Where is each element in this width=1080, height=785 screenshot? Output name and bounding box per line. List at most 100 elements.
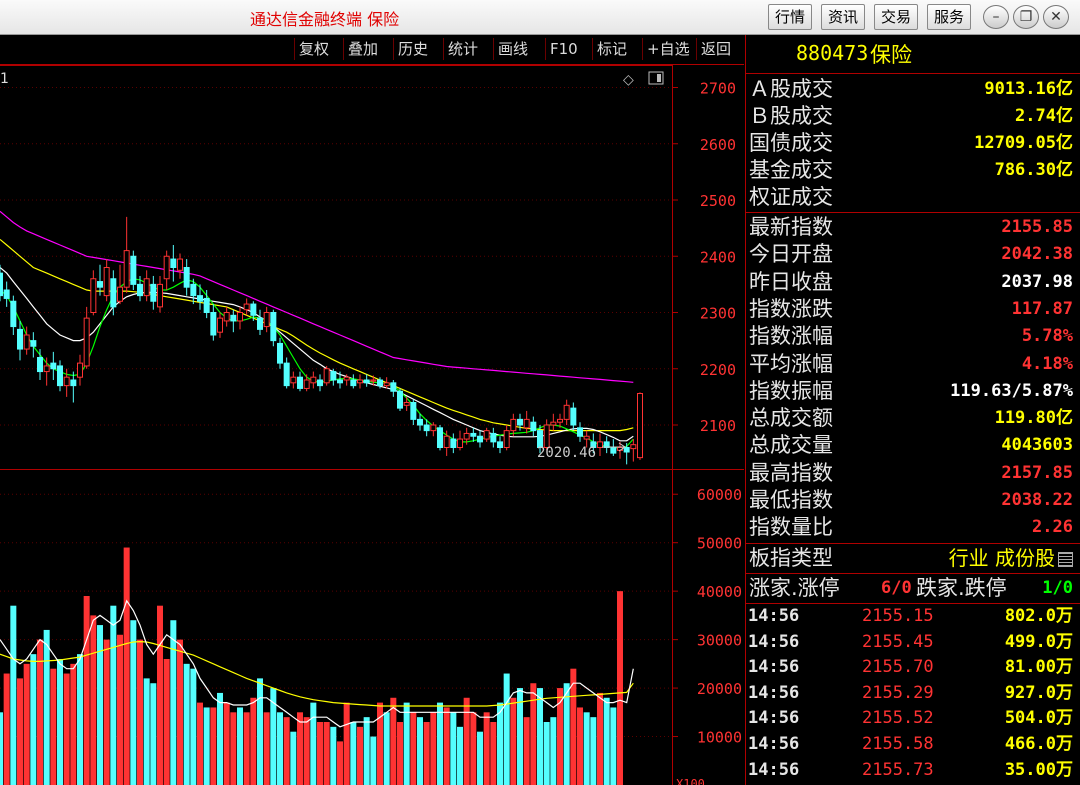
volume-bar (357, 726, 363, 785)
restore-icon[interactable]: ❐ (1013, 5, 1039, 29)
price-tick-label: 2300 (700, 305, 736, 323)
board-type-row[interactable]: 板指类型 行业 成份股 (746, 545, 1079, 572)
volume-bar (423, 722, 430, 785)
candle-body (297, 376, 303, 389)
candle-body (143, 278, 150, 297)
volume-bar (343, 702, 350, 785)
turnover-row: Ａ股成交 9013.16亿 (746, 76, 1079, 103)
adjust-button[interactable]: 复权 (294, 38, 333, 60)
candle-body (377, 379, 383, 387)
volume-bar (417, 717, 423, 785)
board-type-value[interactable]: 行业 成份股 (949, 545, 1073, 572)
row-label: 最低指数 (749, 488, 833, 512)
volume-bar (30, 654, 37, 785)
volume-bar (450, 712, 457, 785)
row-value: 2037.98 (1001, 271, 1073, 292)
candle-body (503, 430, 510, 448)
row-value: 2.26 (1032, 517, 1073, 538)
candle-body (457, 438, 463, 448)
volume-bar (350, 722, 357, 785)
candle-body (163, 255, 170, 280)
minimize-icon[interactable]: – (983, 5, 1009, 29)
stat-row: 今日开盘 2042.38 (746, 241, 1079, 268)
volume-bar (290, 731, 297, 785)
f10-button[interactable]: F10 (545, 38, 582, 60)
candle-body (383, 382, 390, 387)
candle-body (37, 357, 43, 373)
trade-volume: 466.0万 (1004, 734, 1073, 754)
price-tick-label: 2700 (700, 80, 736, 98)
mark-button[interactable]: 标记 (592, 38, 631, 60)
menu-icon[interactable] (1058, 552, 1073, 567)
volume-bar (0, 712, 3, 785)
chart-area[interactable]: 1 ◇ 2700 2600 2500 2400 2300 2200 2100 2020.46 60… (0, 65, 744, 785)
statistics-button[interactable]: 统计 (443, 38, 482, 60)
row-label: 总成交量 (749, 433, 833, 458)
candle-body (310, 376, 317, 384)
volume-bar (263, 712, 270, 785)
row-value: 2038.22 (1001, 490, 1073, 510)
trade-button[interactable]: 交易 (874, 4, 919, 30)
candle-body (437, 427, 443, 448)
volume-bar (370, 736, 377, 785)
trade-price: 2155.29 (862, 682, 934, 703)
volume-bar (163, 659, 170, 785)
candle-body (110, 278, 117, 308)
turnover-row: 基金成交 786.30亿 (746, 157, 1079, 184)
trade-price: 2155.73 (862, 759, 934, 780)
candle-body (563, 404, 570, 420)
row-value: 2.74亿 (1015, 106, 1073, 126)
trade-price: 2155.52 (862, 708, 934, 729)
stat-row: 总成交额 119.80亿 (746, 405, 1079, 432)
volume-bar (250, 697, 257, 785)
candle-body (610, 447, 617, 454)
candle-body (317, 379, 323, 387)
volume-bar (510, 697, 517, 785)
candle-body (477, 435, 483, 443)
close-icon[interactable]: ✕ (1043, 5, 1069, 29)
volume-tick-label: 60000 (697, 486, 742, 504)
candle-body (103, 267, 110, 297)
add-watchlist-button[interactable]: +自选 (642, 38, 694, 60)
trade-volume: 504.0万 (1004, 708, 1073, 729)
volume-bar (617, 591, 623, 785)
volume-bar (543, 722, 550, 785)
candle-body (70, 379, 77, 387)
row-label: 昨日收盘 (749, 269, 833, 294)
candle-body (123, 250, 130, 288)
candle-body (417, 418, 423, 426)
candle-body (337, 379, 343, 384)
volume-bar (217, 692, 223, 785)
candle-body (90, 278, 97, 313)
draw-line-button[interactable]: 画线 (493, 38, 532, 60)
candle-body (570, 407, 577, 426)
candle-body (30, 340, 37, 347)
row-value: 119.80亿 (994, 408, 1073, 429)
service-button[interactable]: 服务 (927, 4, 972, 30)
candle-body (157, 283, 163, 308)
trade-row: 14:56 2155.73 35.00万 (746, 758, 1079, 783)
candle-body (517, 418, 523, 426)
price-tick-label: 2600 (700, 136, 736, 154)
market-button[interactable]: 行情 (768, 4, 813, 30)
back-button[interactable]: 返回 (696, 38, 735, 60)
row-label: 总成交额 (749, 406, 833, 431)
candle-body (23, 334, 30, 350)
news-button[interactable]: 资讯 (821, 4, 866, 30)
overlay-button[interactable]: 叠加 (343, 38, 382, 60)
candle-body (243, 303, 250, 311)
trade-row: 14:56 2155.70 81.00万 (746, 655, 1079, 680)
candlestick-chart[interactable]: 1 ◇ 2700 2600 2500 2400 2300 2200 2100 2020.46 (0, 65, 744, 470)
row-value: 2042.38 (1001, 244, 1073, 265)
candle-body (170, 258, 177, 268)
candle-body (197, 295, 203, 302)
candle-body (423, 424, 430, 432)
row-value: 12709.05亿 (974, 133, 1073, 153)
index-header: 880473 保险 (746, 35, 1080, 74)
quote-panel: 880473 保险 Ａ股成交 9013.16亿 Ｂ股成交 2.74亿 国债成交 12709… (745, 35, 1080, 785)
volume-tick-label: 40000 (697, 583, 742, 601)
volume-bar (383, 712, 390, 785)
candle-body (363, 379, 370, 384)
volume-chart[interactable]: 60000 50000 40000 30000 20000 10000 X100 (0, 470, 744, 785)
history-button[interactable]: 历史 (393, 38, 432, 60)
